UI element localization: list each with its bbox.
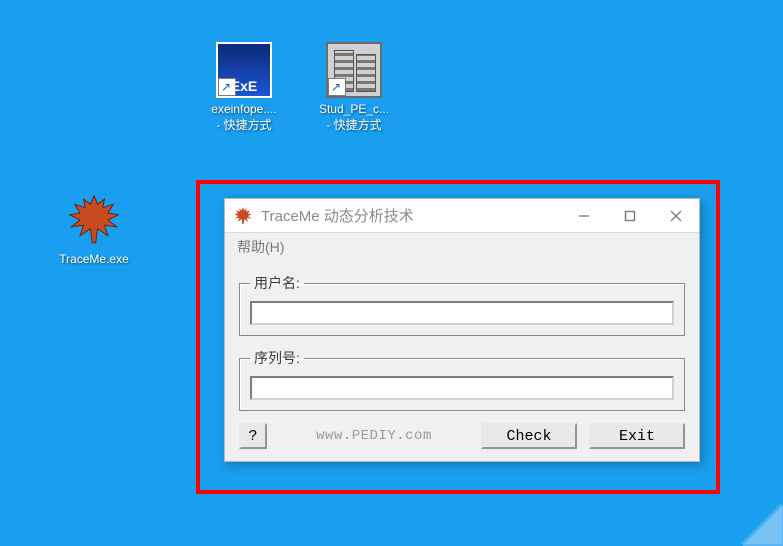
maple-leaf-icon (66, 192, 122, 248)
desktop-icon-traceme[interactable]: TraceMe.exe (44, 192, 144, 268)
window-icon (233, 206, 253, 226)
serial-input[interactable] (250, 376, 674, 400)
username-group: 用户名: (239, 273, 685, 336)
desktop-icon-label: exeinfope.... - 快捷方式 (194, 102, 294, 133)
minimize-button[interactable] (561, 199, 607, 233)
page-peel-icon (742, 504, 783, 546)
serial-group: 序列号: (239, 348, 685, 411)
desktop-icon-exeinfope[interactable]: ↗ exeinfope.... - 快捷方式 (194, 42, 294, 133)
menu-help[interactable]: 帮助(H) (225, 233, 699, 261)
website-link[interactable]: www.PEDIY.com (279, 428, 469, 444)
desktop-icon-label: Stud_PE_c... - 快捷方式 (304, 102, 404, 133)
close-button[interactable] (653, 199, 699, 233)
exe-icon: ↗ (216, 42, 272, 98)
help-button[interactable]: ? (239, 423, 267, 449)
username-label: 用户名: (250, 273, 304, 293)
serial-label: 序列号: (250, 348, 304, 368)
maximize-button[interactable] (607, 199, 653, 233)
desktop-icon-label: TraceMe.exe (44, 252, 144, 268)
username-input[interactable] (250, 301, 674, 325)
window-title: TraceMe 动态分析技术 (261, 205, 561, 226)
exit-button[interactable]: Exit (589, 423, 685, 449)
shortcut-arrow-icon: ↗ (328, 78, 346, 96)
check-button[interactable]: Check (481, 423, 577, 449)
client-area: 用户名: 序列号: ? www.PEDIY.com Check Exit (225, 261, 699, 461)
titlebar[interactable]: TraceMe 动态分析技术 (225, 199, 699, 233)
desktop-icon-studpe[interactable]: ↗ Stud_PE_c... - 快捷方式 (304, 42, 404, 133)
cabinet-icon: ↗ (326, 42, 382, 98)
shortcut-arrow-icon: ↗ (218, 78, 236, 96)
traceme-window: TraceMe 动态分析技术 帮助(H) 用户名: 序列号: ? www.PED… (224, 198, 700, 462)
button-row: ? www.PEDIY.com Check Exit (239, 423, 685, 449)
